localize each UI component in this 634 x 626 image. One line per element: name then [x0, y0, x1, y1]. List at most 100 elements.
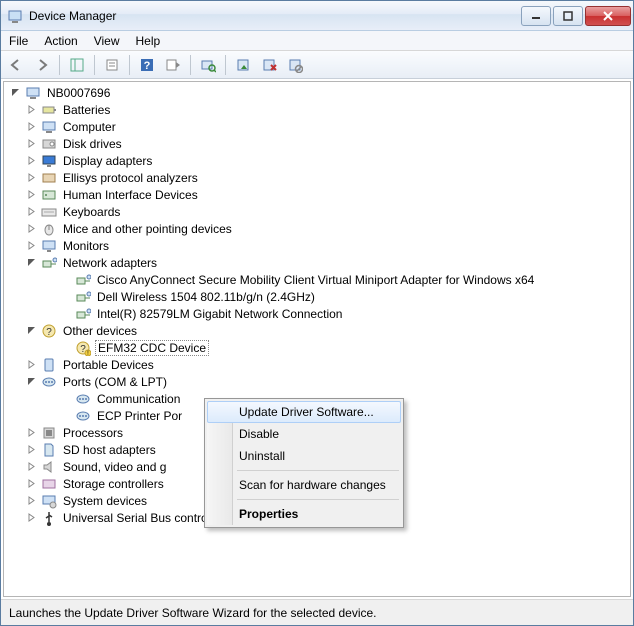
expand-icon[interactable]: [26, 206, 37, 217]
menu-file[interactable]: File: [9, 34, 28, 48]
tree-category-label: Batteries: [61, 103, 112, 117]
storage-icon: [41, 476, 57, 492]
properties-button[interactable]: [101, 54, 123, 76]
tree-device[interactable]: Intel(R) 82579LM Gigabit Network Connect…: [6, 305, 630, 322]
system-icon: [41, 493, 57, 509]
context-menu-separator: [237, 470, 399, 471]
tree-category-label: Network adapters: [61, 256, 159, 270]
tree-category[interactable]: Mice and other pointing devices: [6, 220, 630, 237]
tree-category-label: Human Interface Devices: [61, 188, 200, 202]
display-icon: [41, 153, 57, 169]
tree-category-label: Processors: [61, 426, 125, 440]
usb-icon: [41, 510, 57, 526]
menu-view[interactable]: View: [94, 34, 120, 48]
collapse-icon[interactable]: [10, 87, 21, 98]
menubar: File Action View Help: [1, 31, 633, 51]
expand-icon[interactable]: [26, 240, 37, 251]
titlebar[interactable]: Device Manager: [1, 1, 633, 31]
tree-category-label: Display adapters: [61, 154, 154, 168]
network-icon: [75, 272, 91, 288]
toolbar-separator: [190, 55, 191, 75]
context-menu-item[interactable]: Disable: [207, 423, 401, 445]
tree-device[interactable]: ?!EFM32 CDC Device: [6, 339, 630, 356]
expand-icon[interactable]: [26, 223, 37, 234]
context-menu-item[interactable]: Scan for hardware changes: [207, 474, 401, 496]
tree-category-label: Storage controllers: [61, 477, 166, 491]
minimize-button[interactable]: [521, 6, 551, 26]
expand-icon[interactable]: [26, 444, 37, 455]
tree-device-label: EFM32 CDC Device: [95, 340, 209, 356]
menu-help[interactable]: Help: [136, 34, 161, 48]
expand-icon[interactable]: [26, 104, 37, 115]
tree-category[interactable]: Computer: [6, 118, 630, 135]
port-icon: [41, 374, 57, 390]
expand-icon[interactable]: [26, 172, 37, 183]
forward-button[interactable]: [31, 54, 53, 76]
collapse-icon[interactable]: [26, 325, 37, 336]
update-driver-button[interactable]: [232, 54, 254, 76]
expand-icon[interactable]: [26, 121, 37, 132]
context-menu-item[interactable]: Uninstall: [207, 445, 401, 467]
action-button[interactable]: [162, 54, 184, 76]
expand-icon[interactable]: [26, 512, 37, 523]
tree-category[interactable]: Ports (COM & LPT): [6, 373, 630, 390]
scan-hardware-button[interactable]: [197, 54, 219, 76]
tree-category-label: Ports (COM & LPT): [61, 375, 169, 389]
tree-device-label: Cisco AnyConnect Secure Mobility Client …: [95, 273, 536, 287]
expand-icon[interactable]: [26, 495, 37, 506]
expand-icon[interactable]: [26, 427, 37, 438]
toolbar: ?: [1, 51, 633, 79]
tree-category[interactable]: Disk drives: [6, 135, 630, 152]
tree-category[interactable]: Network adapters: [6, 254, 630, 271]
show-hide-tree-button[interactable]: [66, 54, 88, 76]
maximize-button[interactable]: [553, 6, 583, 26]
computer-icon: [25, 85, 41, 101]
expand-icon[interactable]: [26, 359, 37, 370]
tree-device[interactable]: Cisco AnyConnect Secure Mobility Client …: [6, 271, 630, 288]
network-icon: [75, 306, 91, 322]
context-menu: Update Driver Software...DisableUninstal…: [204, 398, 404, 528]
tree-category-label: Keyboards: [61, 205, 122, 219]
tree-category[interactable]: Monitors: [6, 237, 630, 254]
tree-category-label: Mice and other pointing devices: [61, 222, 234, 236]
collapse-icon[interactable]: [26, 257, 37, 268]
tree-category[interactable]: Display adapters: [6, 152, 630, 169]
tree-category[interactable]: Keyboards: [6, 203, 630, 220]
tree-root[interactable]: NB0007696: [6, 84, 630, 101]
menu-action[interactable]: Action: [44, 34, 77, 48]
disk-icon: [41, 136, 57, 152]
toolbar-separator: [59, 55, 60, 75]
tree-category[interactable]: Batteries: [6, 101, 630, 118]
tree-device[interactable]: Dell Wireless 1504 802.11b/g/n (2.4GHz): [6, 288, 630, 305]
other-icon: ?: [41, 323, 57, 339]
close-button[interactable]: [585, 6, 631, 26]
tree-category[interactable]: Ellisys protocol analyzers: [6, 169, 630, 186]
tree-category[interactable]: ?Other devices: [6, 322, 630, 339]
uninstall-button[interactable]: [258, 54, 280, 76]
help-button[interactable]: ?: [136, 54, 158, 76]
expand-icon[interactable]: [26, 138, 37, 149]
tree-category[interactable]: Human Interface Devices: [6, 186, 630, 203]
tree-category[interactable]: Portable Devices: [6, 356, 630, 373]
computer-icon: [41, 119, 57, 135]
expand-icon[interactable]: [26, 155, 37, 166]
unknown-icon: ?!: [75, 340, 91, 356]
tree-root-label: NB0007696: [45, 86, 112, 100]
expand-icon[interactable]: [26, 189, 37, 200]
context-menu-item[interactable]: Properties: [207, 503, 401, 525]
cpu-icon: [41, 425, 57, 441]
expand-icon[interactable]: [26, 461, 37, 472]
tree-category-label: Sound, video and g: [61, 460, 168, 474]
back-button[interactable]: [5, 54, 27, 76]
toolbar-separator: [129, 55, 130, 75]
status-text: Launches the Update Driver Software Wiza…: [9, 606, 377, 620]
collapse-icon[interactable]: [26, 376, 37, 387]
expand-icon[interactable]: [26, 478, 37, 489]
tree-category-label: Computer: [61, 120, 118, 134]
hid-icon: [41, 187, 57, 203]
tree-device-label: Communication: [95, 392, 182, 406]
disable-button[interactable]: [284, 54, 306, 76]
portable-icon: [41, 357, 57, 373]
context-menu-item[interactable]: Update Driver Software...: [207, 401, 401, 423]
analyzer-icon: [41, 170, 57, 186]
